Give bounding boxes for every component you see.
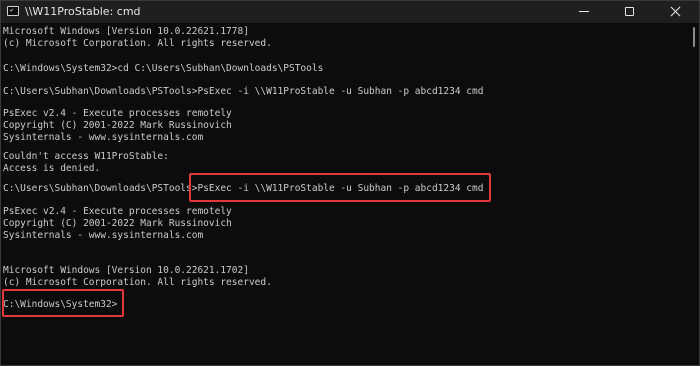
title-bar[interactable]: \\W11ProStable: cmd (1, 1, 699, 23)
scrollbar[interactable] (689, 23, 699, 365)
console-line: PsExec v2.4 - Execute processes remotely (3, 206, 232, 217)
close-button[interactable] (653, 1, 699, 23)
console-output[interactable]: Microsoft Windows [Version 10.0.22621.17… (2, 23, 686, 365)
console-line: Microsoft Windows [Version 10.0.22621.17… (3, 265, 249, 276)
console-line: Copyright (C) 2001-2022 Mark Russinovich (3, 218, 232, 229)
console-line: C:\Users\Subhan\Downloads\PSTools>PsExec… (3, 86, 484, 97)
console-line: Sysinternals - www.sysinternals.com (3, 230, 204, 241)
console-line: Copyright (C) 2001-2022 Mark Russinovich (3, 120, 232, 131)
minimize-icon (579, 11, 589, 12)
console-line: Microsoft Windows [Version 10.0.22621.17… (3, 26, 249, 37)
console-line: (c) Microsoft Corporation. All rights re… (3, 277, 272, 288)
maximize-button[interactable] (607, 1, 653, 23)
console-line: C:\Users\Subhan\Downloads\PSTools>PsExec… (3, 183, 484, 194)
minimize-button[interactable] (561, 1, 607, 23)
close-icon (670, 5, 682, 17)
console-line: C:\Windows\System32>cd C:\Users\Subhan\D… (3, 63, 324, 74)
console-line: Access is denied. (3, 163, 101, 174)
window-title: \\W11ProStable: cmd (25, 5, 141, 18)
cmd-window: \\W11ProStable: cmd Microsoft Windows [V… (0, 0, 700, 366)
console-line: C:\Windows\System32> (3, 299, 118, 310)
console-line: PsExec v2.4 - Execute processes remotely (3, 108, 232, 119)
terminal-icon (7, 6, 19, 16)
scrollbar-thumb[interactable] (693, 27, 695, 47)
console-line: Couldn't access W11ProStable: (3, 151, 169, 162)
maximize-icon (625, 7, 634, 16)
console-line: Sysinternals - www.sysinternals.com (3, 132, 204, 143)
console-line: (c) Microsoft Corporation. All rights re… (3, 38, 272, 49)
